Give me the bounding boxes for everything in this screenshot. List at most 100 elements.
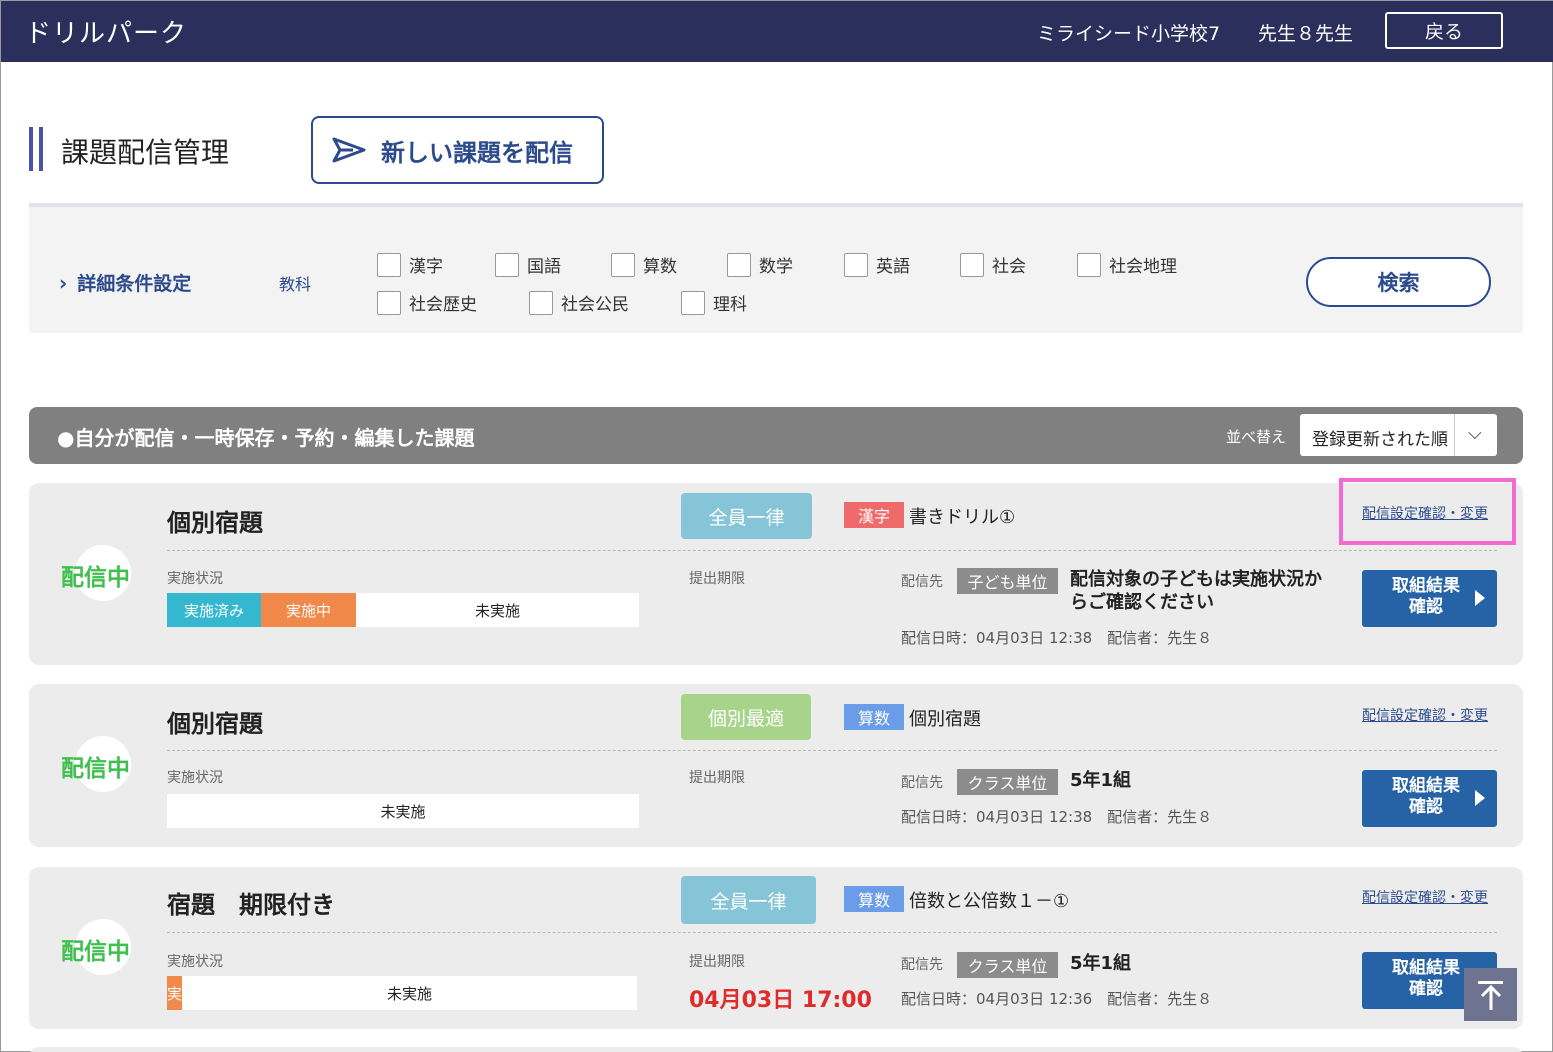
destination-label: 配信先	[901, 574, 943, 590]
card-divider	[167, 550, 1497, 551]
checkbox-box[interactable]	[960, 252, 984, 277]
mode-badge: 全員一律	[681, 493, 812, 539]
target-text: 配信対象の子どもは実施状況か らご確認ください	[1070, 569, 1322, 613]
progress-bar: 実 未実施	[167, 976, 637, 1010]
list-header-label: ●自分が配信・一時保存・予約・編集した課題	[57, 426, 475, 450]
detail-conditions-label: 詳細条件設定	[77, 273, 192, 295]
delivery-meta: 配信日時：04月03日 12:38 配信者：先生８	[901, 808, 1213, 826]
checkbox-box[interactable]	[844, 252, 868, 277]
detail-conditions-toggle[interactable]: › 詳細条件設定	[59, 269, 191, 296]
settings-link[interactable]: 配信設定確認・変更	[1362, 503, 1488, 523]
subject-checkbox-shakai-chiri[interactable]: 社会地理	[1077, 252, 1177, 277]
deadline-value: 04月03日 17:00	[689, 988, 872, 1013]
filter-panel: › 詳細条件設定 教科 漢字 国語 算数 数学 英語 社会 社会地理 社会歴史 …	[29, 203, 1523, 333]
page-title: 課題配信管理	[61, 136, 230, 169]
assignment-card: 配信中 個別宿題 全員一律 漢字 書きドリル① 配信設定確認・変更 実施状況 実…	[29, 478, 1523, 665]
sort-label: 並べ替え	[1226, 428, 1287, 446]
app-title: ドリルパーク	[25, 19, 188, 49]
subject-checkbox-rika[interactable]: 理科	[681, 290, 747, 315]
subject-checkbox-shakai-rekishi[interactable]: 社会歴史	[377, 290, 477, 315]
progress-not-yet-segment: 未実施	[380, 802, 426, 821]
play-triangle-icon	[1475, 790, 1485, 806]
card-title: 個別宿題	[167, 710, 263, 738]
new-assignment-button[interactable]: 新しい課題を配信	[311, 116, 604, 184]
checkbox-box[interactable]	[377, 290, 401, 315]
progress-label: 実施状況	[167, 954, 223, 970]
subject-checkbox-shakai-koumin[interactable]: 社会公民	[529, 290, 629, 315]
settings-link[interactable]: 配信設定確認・変更	[1362, 887, 1488, 907]
progress-not-yet-segment: 未実施	[474, 601, 520, 620]
checkbox-box[interactable]	[495, 252, 519, 277]
progress-in-progress-segment: 実施中	[261, 593, 356, 627]
status-label: 配信中	[61, 756, 130, 782]
checkbox-box[interactable]	[611, 252, 635, 277]
deadline-label: 提出期限	[689, 571, 745, 587]
unit-badge: クラス単位	[957, 952, 1058, 978]
assignment-name: 個別宿題	[909, 709, 981, 730]
deadline-label: 提出期限	[689, 954, 745, 970]
checkbox-label: 理科	[713, 295, 747, 315]
target-text: 5年1組	[1070, 953, 1132, 974]
progress-bar: 実施済み 実施中 未実施	[167, 593, 639, 627]
back-button[interactable]: 戻る	[1385, 12, 1503, 49]
sort-divider	[1454, 414, 1455, 456]
title-accent-bar	[39, 127, 43, 171]
school-name: ミライシード小学校7	[1037, 23, 1221, 45]
checkbox-box[interactable]	[681, 290, 705, 315]
subject-badge: 算数	[844, 704, 904, 730]
chevron-right-icon: ›	[59, 270, 68, 295]
subject-label: 教科	[279, 275, 312, 294]
unit-badge: クラス単位	[957, 769, 1058, 795]
sort-select[interactable]: 登録更新された順 ⌵	[1300, 414, 1497, 456]
subject-badge: 漢字	[844, 502, 904, 528]
checkbox-box[interactable]	[529, 290, 553, 315]
result-check-label: 取組結果 確認	[1392, 576, 1460, 617]
assignment-list-header: ●自分が配信・一時保存・予約・編集した課題 並べ替え 登録更新された順 ⌵	[29, 407, 1523, 464]
status-label: 配信中	[61, 565, 130, 591]
result-check-button[interactable]: 取組結果 確認	[1362, 570, 1497, 627]
subject-checkbox-sansu[interactable]: 算数	[611, 252, 677, 277]
status-label: 配信中	[61, 939, 130, 965]
progress-not-yet-segment: 未実施	[386, 984, 432, 1003]
checkbox-label: 英語	[876, 257, 910, 277]
subject-checkbox-kokugo[interactable]: 国語	[495, 252, 561, 277]
progress-label: 実施状況	[167, 770, 223, 786]
chevron-down-icon: ⌵	[1468, 423, 1482, 444]
arrow-up-icon	[1480, 984, 1502, 1010]
checkbox-label: 社会地理	[1109, 257, 1177, 277]
progress-bar: 未実施	[167, 794, 639, 828]
top-bar: ドリルパーク ミライシード小学校7 先生８先生 戻る	[1, 1, 1553, 62]
title-accent-bar	[29, 127, 33, 171]
result-check-label: 取組結果 確認	[1392, 776, 1460, 817]
checkbox-label: 社会公民	[561, 295, 629, 315]
settings-link[interactable]: 配信設定確認・変更	[1362, 705, 1488, 725]
card-title: 個別宿題	[167, 509, 263, 537]
destination-label: 配信先	[901, 957, 943, 973]
checkbox-label: 国語	[527, 257, 561, 277]
search-button[interactable]: 検索	[1306, 257, 1491, 307]
new-assignment-label: 新しい課題を配信	[381, 138, 573, 167]
checkbox-label: 算数	[643, 257, 677, 277]
checkbox-box[interactable]	[1077, 252, 1101, 277]
mode-badge: 全員一律	[681, 876, 816, 924]
play-triangle-icon	[1475, 590, 1485, 606]
subject-checkbox-sugaku[interactable]: 数学	[727, 252, 793, 277]
scroll-to-top-button[interactable]	[1464, 968, 1517, 1021]
subject-checkbox-shakai[interactable]: 社会	[960, 252, 1026, 277]
progress-in-progress-segment: 実	[167, 976, 182, 1010]
progress-label: 実施状況	[167, 571, 223, 587]
checkbox-box[interactable]	[377, 252, 401, 277]
subject-checkbox-eigo[interactable]: 英語	[844, 252, 910, 277]
checkbox-label: 数学	[759, 257, 793, 277]
mode-badge: 個別最適	[681, 694, 811, 740]
target-text: 5年1組	[1070, 770, 1132, 791]
unit-badge: 子ども単位	[957, 568, 1058, 594]
subject-checkbox-kanji[interactable]: 漢字	[377, 252, 443, 277]
checkbox-box[interactable]	[727, 252, 751, 277]
card-divider	[167, 750, 1497, 751]
checkbox-label: 社会	[992, 257, 1026, 277]
deadline-label: 提出期限	[689, 770, 745, 786]
delivery-meta: 配信日時：04月03日 12:38 配信者：先生８	[901, 629, 1213, 647]
result-check-button[interactable]: 取組結果 確認	[1362, 770, 1497, 827]
checkbox-label: 社会歴史	[409, 295, 477, 315]
